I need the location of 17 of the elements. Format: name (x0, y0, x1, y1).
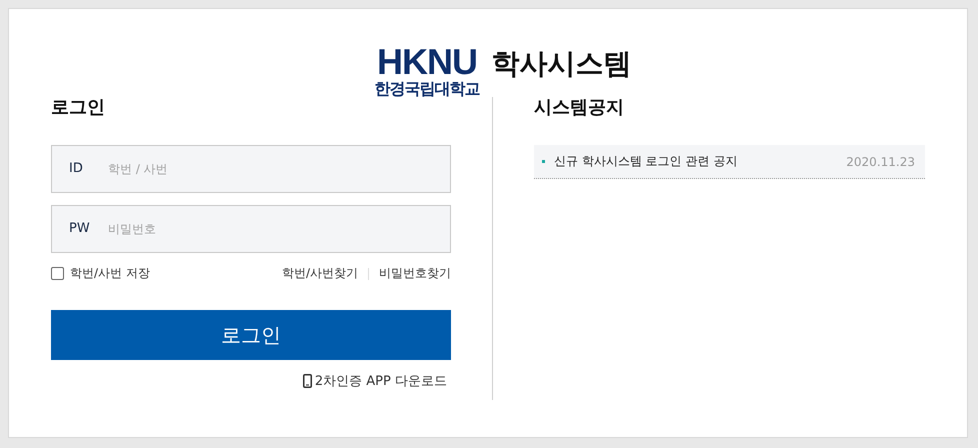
phone-icon (302, 374, 312, 388)
checkbox[interactable] (51, 267, 64, 280)
field-label: PW (69, 221, 90, 236)
notice-title[interactable]: 신규 학사시스템 로그인 관련 공지 (554, 153, 846, 170)
find-link[interactable]: 학번/사번찾기 (282, 265, 358, 282)
logo: HKNU (377, 45, 477, 79)
find-link[interactable]: 비밀번호찾기 (379, 265, 451, 282)
notice-heading: 시스템공지 (534, 96, 625, 120)
checkbox-label: 학번/사번 저장 (70, 265, 150, 282)
field-label: ID (69, 161, 83, 176)
university-name: 한경국립대학교 (374, 79, 480, 99)
app-download-link[interactable]: 2차인증 APP 다운로드 (302, 372, 447, 390)
bullet-icon (542, 160, 545, 163)
system-title: 학사시스템 (492, 47, 632, 81)
login-heading: 로그인 (51, 96, 106, 120)
notice-date: 2020.11.23 (846, 154, 915, 168)
login-button[interactable]: 로그인 (51, 310, 451, 360)
